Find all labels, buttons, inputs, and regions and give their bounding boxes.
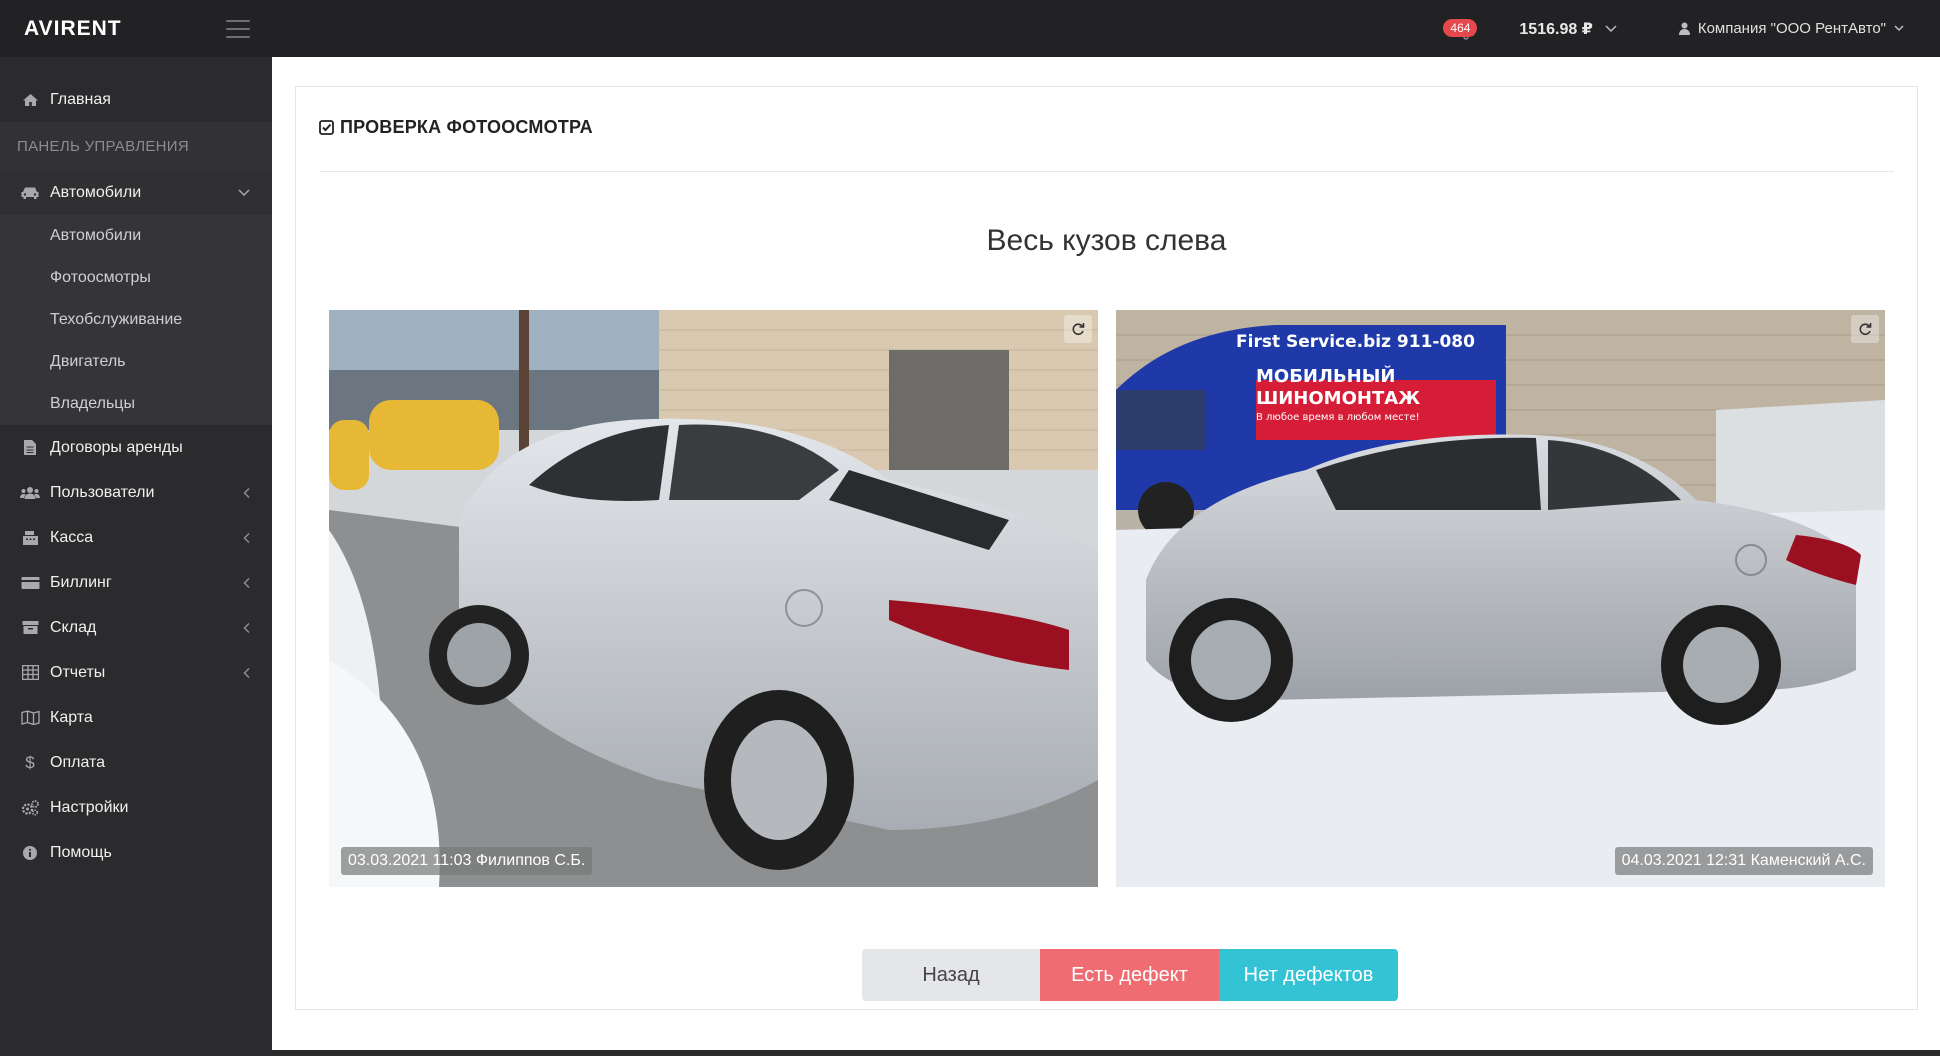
sidebar-item-reports[interactable]: Отчеты (0, 650, 272, 695)
chevron-down-icon (1894, 25, 1904, 32)
card-title: ПРОВЕРКА ФОТООСМОТРА (319, 117, 593, 138)
sidebar-item-billing[interactable]: Биллинг (0, 560, 272, 605)
credit-card-icon (20, 573, 40, 593)
users-icon (20, 483, 40, 503)
notifications-badge: 464 (1443, 18, 1478, 37)
no-defects-button[interactable]: Нет дефектов (1219, 949, 1398, 1001)
sidebar-subitem-maintenance[interactable]: Техобслуживание (0, 299, 272, 341)
top-right-controls: 464 1516.98 ₽ Компания "ООО РентАвто" (1443, 0, 1940, 57)
section-header: ПАНЕЛЬ УПРАВЛЕНИЯ (0, 122, 272, 170)
company-dropdown[interactable]: Компания "ООО РентАвто" (1678, 20, 1904, 37)
rotate-icon[interactable] (1064, 315, 1092, 343)
table-icon (20, 663, 40, 683)
file-icon (20, 438, 40, 458)
car-icon (20, 183, 40, 203)
sidebar-item-warehouse[interactable]: Склад (0, 605, 272, 650)
chevron-left-icon (243, 622, 250, 633)
balance-value: 1516.98 ₽ (1519, 20, 1593, 38)
divider (319, 171, 1894, 172)
photo-caption: Весь кузов слева (986, 224, 1227, 257)
photo-timestamp: 04.03.2021 12:31 Каменский А.С. (1614, 847, 1873, 875)
brand-logo[interactable]: AVIRENT (24, 17, 122, 41)
sidebar-item-map[interactable]: Карта (0, 695, 272, 740)
inspection-photo-previous[interactable]: 03.03.2021 11:03 Филиппов С.Б. (329, 310, 1098, 887)
chevron-down-icon (1605, 24, 1617, 32)
sidebar-item-label: Биллинг (50, 573, 112, 591)
photo-timestamp: 03.03.2021 11:03 Филиппов С.Б. (341, 847, 593, 875)
sidebar-item-label: Пользователи (50, 483, 155, 501)
sidebar-item-label: Оплата (50, 753, 106, 771)
archive-icon (20, 618, 40, 638)
sidebar-item-users[interactable]: Пользователи (0, 470, 272, 515)
has-defect-button[interactable]: Есть дефект (1040, 949, 1219, 1001)
photo-check-card: ПРОВЕРКА ФОТООСМОТРА Весь кузов слева 03… (295, 86, 1918, 1010)
sidebar-subitem-cars[interactable]: Автомобили (0, 215, 272, 257)
check-square-icon (319, 120, 334, 135)
van-banner-line3: В любое время в любом месте! (1256, 412, 1420, 423)
bottom-strip (272, 1050, 1940, 1056)
menu-toggle-icon[interactable] (226, 19, 250, 38)
register-icon (20, 528, 40, 548)
sidebar-subitem-engine[interactable]: Двигатель (0, 341, 272, 383)
cogs-icon (20, 798, 40, 818)
car-photo-image (329, 310, 1098, 887)
action-buttons: Назад Есть дефект Нет дефектов (862, 949, 1398, 1001)
back-button[interactable]: Назад (862, 949, 1040, 1001)
home-icon (20, 90, 40, 110)
sidebar-item-rental-contracts[interactable]: Договоры аренды (0, 425, 272, 470)
sidebar-subitem-photo-inspections[interactable]: Фотоосмотры (0, 257, 272, 299)
info-icon (20, 843, 40, 863)
sidebar-item-label: Склад (50, 618, 97, 636)
sidebar-item-label: Автомобили (50, 183, 142, 201)
chevron-left-icon (243, 577, 250, 588)
chevron-left-icon (243, 667, 250, 678)
sidebar-item-label: Помощь (50, 843, 112, 861)
balance-dropdown[interactable]: 1516.98 ₽ (1519, 19, 1617, 39)
notifications-button[interactable]: 464 (1443, 9, 1485, 49)
sidebar-item-label: Касса (50, 528, 94, 546)
van-banner-line1: First Service.biz 911-080 (1236, 332, 1475, 352)
sidebar-group-cars: Автомобили Автомобили Фотоосмотры Техобс… (0, 170, 272, 425)
sidebar-item-payment[interactable]: $ Оплата (0, 740, 272, 785)
van-banner-line2: МОБИЛЬНЫЙ ШИНОМОНТАЖ (1256, 366, 1421, 409)
sidebar-item-help[interactable]: Помощь (0, 830, 272, 875)
company-name: Компания "ООО РентАвто" (1697, 20, 1886, 37)
sidebar-item-label: Отчеты (50, 663, 106, 681)
sidebar-item-label: Договоры аренды (50, 438, 183, 456)
brand-area: AVIRENT (0, 0, 272, 57)
sidebar: Главная ПАНЕЛЬ УПРАВЛЕНИЯ Автомобили Авт… (0, 57, 272, 1056)
map-icon (20, 708, 40, 728)
rotate-icon[interactable] (1851, 315, 1879, 343)
sidebar-item-cars[interactable]: Автомобили (0, 170, 272, 215)
card-title-text: ПРОВЕРКА ФОТООСМОТРА (340, 117, 593, 137)
chevron-left-icon (243, 532, 250, 543)
top-bar: AVIRENT 464 1516.98 ₽ Компания "ООО Рент… (0, 0, 1940, 57)
main-content: ПРОВЕРКА ФОТООСМОТРА Весь кузов слева 03… (272, 57, 1940, 1050)
inspection-photo-current[interactable]: First Service.biz 911-080 МОБИЛЬНЫЙ ШИНО… (1116, 310, 1885, 887)
sidebar-item-label: Карта (50, 708, 93, 726)
dollar-icon: $ (25, 752, 35, 772)
chevron-left-icon (243, 487, 250, 498)
user-icon (1678, 22, 1690, 35)
sidebar-item-label: Главная (50, 90, 111, 108)
sidebar-subitem-owners[interactable]: Владельцы (0, 383, 272, 425)
sidebar-item-cashbox[interactable]: Касса (0, 515, 272, 560)
sidebar-item-home[interactable]: Главная (0, 77, 272, 122)
chevron-down-icon (238, 188, 250, 196)
sidebar-item-settings[interactable]: Настройки (0, 785, 272, 830)
sidebar-item-label: Настройки (50, 798, 129, 816)
van-banner: First Service.biz 911-080 МОБИЛЬНЫЙ ШИНО… (1236, 332, 1506, 423)
